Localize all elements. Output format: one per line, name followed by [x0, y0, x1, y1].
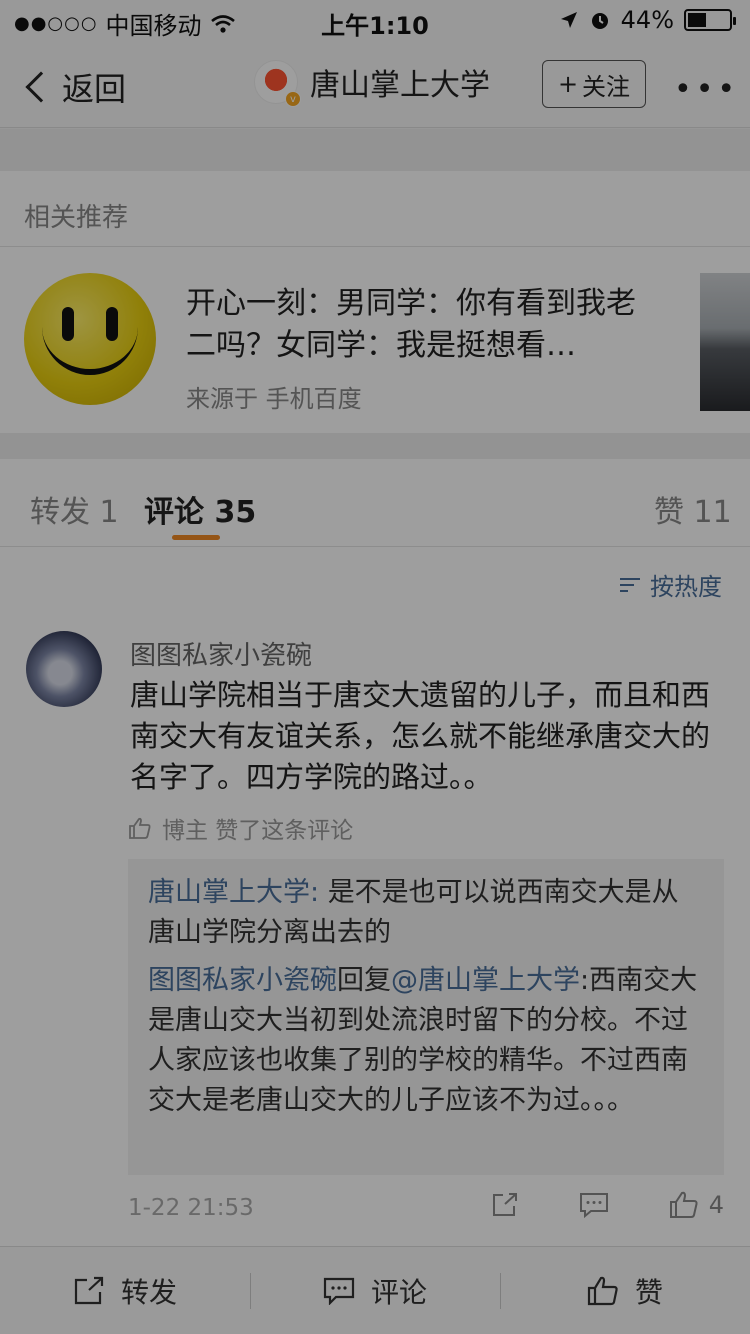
reply-item: 图图私家小瓷碗回复@唐山掌上大学:西南交大是唐山交大当初到处流浪时留下的分校。不… — [148, 961, 704, 1121]
tab-like-count: 11 — [693, 495, 732, 530]
more-icon[interactable]: ••• — [674, 72, 739, 107]
account-avatar: v — [254, 60, 301, 107]
follow-label: 关注 — [582, 72, 631, 101]
comment-icon[interactable] — [579, 1192, 609, 1218]
chevron-left-icon — [25, 71, 57, 103]
like-button[interactable]: 赞 — [500, 1247, 750, 1334]
related-recommend: 相关推荐 开心一刻：男同学：你有看到我老二吗？女同学：我是挺想看… 来源于 手机… — [0, 171, 750, 433]
back-label: 返回 — [62, 70, 127, 108]
recommend-thumbnail[interactable] — [700, 273, 750, 411]
nav-bar: 返回 v 唐山掌上大学 + 关注 ••• — [0, 40, 750, 128]
tab-repost[interactable]: 转发 1 — [30, 487, 119, 531]
back-button[interactable]: 返回 — [22, 64, 126, 110]
avatar[interactable] — [26, 631, 102, 707]
repost-button[interactable]: 转发 — [0, 1247, 250, 1334]
recommend-title: 开心一刻：男同学：你有看到我老二吗？女同学：我是挺想看… — [186, 286, 636, 363]
comment-like-count: 4 — [708, 1191, 724, 1219]
comment-timestamp: 1-22 21:53 — [128, 1195, 254, 1221]
alarm-icon — [589, 9, 611, 31]
follow-button[interactable]: + 关注 — [542, 60, 646, 108]
share-icon[interactable] — [491, 1192, 519, 1218]
thumbs-up-icon — [587, 1276, 619, 1306]
battery-percent: 44% — [620, 6, 674, 34]
account-header[interactable]: v 唐山掌上大学 — [254, 60, 490, 107]
reply-thread[interactable]: 唐山掌上大学: 是不是也可以说西南交大是从唐山学院分离出去的 图图私家小瓷碗回复… — [128, 859, 724, 1175]
tab-indicator — [172, 535, 220, 540]
battery-icon — [684, 9, 736, 31]
tab-like[interactable]: 赞 11 — [654, 487, 732, 531]
comment-actions: 4 — [491, 1191, 724, 1219]
tab-repost-label: 转发 — [30, 495, 90, 530]
smiley-thumbnail — [24, 273, 156, 405]
reply-user-link[interactable]: 图图私家小瓷碗 — [148, 965, 337, 996]
thumbs-up-icon — [669, 1191, 698, 1218]
reply-separator: : — [580, 965, 590, 996]
tab-repost-count: 1 — [99, 495, 119, 530]
comment-button[interactable]: 评论 — [250, 1247, 500, 1334]
liked-by-author: 博主 赞了这条评论 — [128, 811, 353, 845]
recommend-source: 来源于 手机百度 — [186, 385, 362, 413]
sort-button[interactable]: 按热度 — [620, 567, 722, 602]
plus-icon: + — [557, 70, 579, 98]
tab-comment[interactable]: 评论 35 — [144, 487, 256, 531]
sort-icon — [620, 576, 642, 594]
reply-user-link[interactable]: 唐山掌上大学 — [148, 877, 310, 908]
like-label: 赞 — [634, 1275, 663, 1309]
divider — [0, 433, 750, 459]
tab-like-label: 赞 — [654, 495, 684, 530]
thumbs-up-icon — [128, 817, 152, 839]
account-title: 唐山掌上大学 — [310, 68, 490, 103]
bottom-toolbar: 转发 评论 赞 — [0, 1246, 750, 1334]
comment-label: 评论 — [370, 1275, 427, 1309]
reply-separator: : — [310, 877, 328, 908]
comment-user[interactable]: 图图私家小瓷碗 — [130, 635, 312, 672]
share-icon — [73, 1276, 105, 1306]
comments-section: 按热度 图图私家小瓷碗 唐山学院相当于唐交大遗留的儿子，而且和西南交大有友谊关系… — [0, 547, 750, 1247]
repost-label: 转发 — [120, 1275, 177, 1309]
status-bar: ●●○○○ 中国移动 上午1:10 44% — [0, 0, 750, 40]
tab-comment-label: 评论 — [144, 495, 204, 530]
reply-verb: 回复 — [337, 965, 391, 996]
reply-mention-link[interactable]: @唐山掌上大学 — [391, 965, 580, 996]
recommend-header: 相关推荐 — [0, 171, 750, 247]
tab-comment-count: 35 — [214, 495, 257, 530]
comment-icon — [323, 1277, 355, 1305]
recommend-card[interactable]: 开心一刻：男同学：你有看到我老二吗？女同学：我是挺想看… 来源于 手机百度 — [24, 261, 750, 413]
location-arrow-icon — [559, 10, 579, 30]
sort-label: 按热度 — [650, 573, 722, 601]
comment-like-button[interactable]: 4 — [669, 1191, 724, 1219]
divider — [0, 129, 750, 171]
reply-item: 唐山掌上大学: 是不是也可以说西南交大是从唐山学院分离出去的 — [148, 873, 704, 953]
verified-badge-icon: v — [285, 91, 301, 107]
tab-bar: 转发 1 评论 35 赞 11 — [0, 459, 750, 547]
liked-note: 博主 赞了这条评论 — [162, 818, 354, 844]
comment-text: 唐山学院相当于唐交大遗留的儿子，而且和西南交大有友谊关系，怎么就不能继承唐交大的… — [130, 678, 711, 794]
